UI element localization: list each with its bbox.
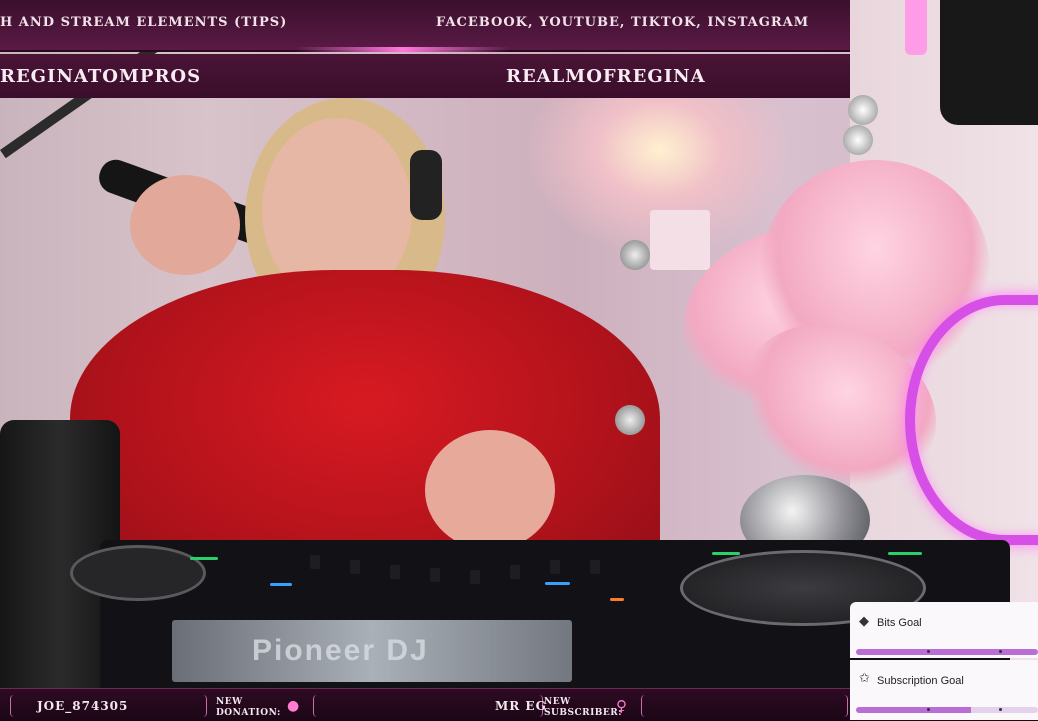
disco-ball-hanging-2 — [843, 125, 873, 155]
controller-front-panel: Pioneer DJ — [172, 620, 572, 682]
progress-marker — [927, 650, 930, 653]
pad-led — [190, 557, 218, 560]
subscription-goal-progress — [856, 707, 1038, 713]
progress-marker — [927, 708, 930, 711]
social-banner: H AND STREAM ELEMENTS (TIPS) FACEBOOK, Y… — [0, 0, 850, 52]
brand-logo: Pioneer DJ — [252, 634, 429, 667]
name-bar: REGINATOMPROS REALMOFREGINA — [0, 54, 850, 98]
subscriber-icon: ♀ — [616, 697, 627, 715]
donation-label-line1: NEW — [216, 697, 243, 707]
sub-star-icon: ✩ — [859, 671, 870, 686]
jog-wheel-left — [70, 545, 206, 601]
alerts-ticker: JOE_874305 NEW DONATION: ● MR EG NEW SUB… — [0, 688, 850, 721]
subscription-goal-title: Subscription Goal — [877, 675, 964, 687]
piggy-bank-icon: ● — [287, 698, 300, 714]
webcam — [940, 0, 1038, 125]
hand-on-mixer — [425, 430, 555, 550]
bits-goal-fill — [856, 649, 1038, 655]
wall-lamp — [650, 210, 710, 270]
neon-pink-light — [905, 0, 927, 55]
ticker-empty-slot — [641, 695, 848, 717]
pad-led — [610, 598, 624, 601]
banner-glow-line — [295, 47, 510, 52]
mixer-knob — [430, 568, 440, 582]
mixer-knob — [310, 555, 320, 569]
pad-led — [545, 582, 570, 585]
mixer-knob — [390, 565, 400, 579]
mixer-knob — [470, 570, 480, 584]
progress-marker — [999, 650, 1002, 653]
headphones — [410, 150, 442, 220]
banner-right-text: FACEBOOK, YOUTUBE, TIKTOK, INSTAGRAM — [436, 15, 810, 30]
streamer-handle-left: REGINATOMPROS — [0, 66, 202, 87]
subscription-goal-widget: ✩ Subscription Goal — [850, 660, 1038, 720]
subscriber-label-line1: NEW — [544, 697, 571, 707]
pad-led — [270, 583, 292, 586]
subscription-goal-fill — [856, 707, 971, 713]
streamer-handle-right: REALMOFREGINA — [506, 66, 706, 87]
bits-icon: ◆ — [859, 614, 869, 629]
mixer-knob — [350, 560, 360, 574]
mixer-knob — [550, 560, 560, 574]
disco-ball-small — [620, 240, 650, 270]
disco-ball-hanging — [848, 95, 878, 125]
pad-led — [712, 552, 740, 555]
pad-led — [888, 552, 922, 555]
latest-subscriber-name: MR EG — [495, 699, 547, 713]
bits-goal-title: Bits Goal — [877, 617, 922, 629]
banner-left-text: H AND STREAM ELEMENTS (TIPS) — [0, 15, 288, 30]
mixer-knob — [590, 560, 600, 574]
bits-goal-progress — [856, 649, 1038, 655]
donation-label-line2: DONATION: — [216, 708, 281, 718]
subscriber-label-line2: SUBSCRIBER: — [544, 708, 623, 718]
subscriber-slot: MR EG — [313, 695, 546, 717]
latest-donor-name: JOE_874305 — [37, 699, 129, 713]
disco-ball-small-2 — [615, 405, 645, 435]
hand — [130, 175, 240, 275]
donor-slot: JOE_874305 — [10, 695, 207, 717]
mixer-knob — [510, 565, 520, 579]
progress-marker — [999, 708, 1002, 711]
bits-goal-widget: ◆ Bits Goal — [850, 602, 1038, 658]
